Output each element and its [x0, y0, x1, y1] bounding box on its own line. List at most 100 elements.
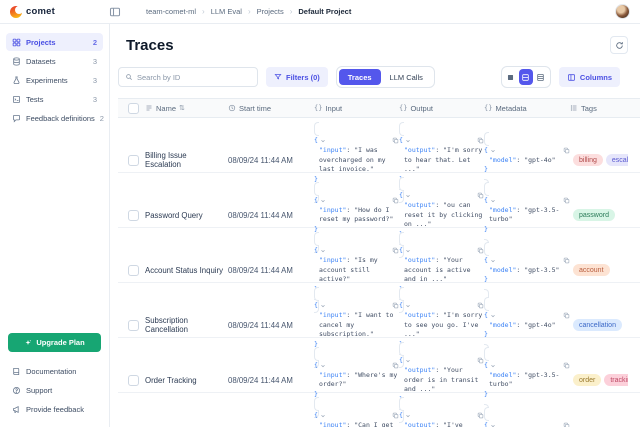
- chevron-down-icon[interactable]: [490, 148, 496, 154]
- sidebar-item-tests[interactable]: Tests3: [6, 90, 103, 108]
- sidebar-collapse-icon[interactable]: [108, 5, 122, 19]
- copy-icon[interactable]: [392, 302, 399, 309]
- column-header-tags[interactable]: Tags: [570, 104, 628, 113]
- column-header-start-time[interactable]: Start time: [228, 104, 314, 113]
- sidebar-item-count: 3: [93, 76, 97, 85]
- chat-bubble-icon: [12, 114, 21, 123]
- filters-button[interactable]: Filters (0): [266, 67, 328, 87]
- copy-icon[interactable]: [392, 412, 399, 419]
- json-cell[interactable]: {"input": "Can I get a refund for my las…: [314, 397, 399, 427]
- chevron-down-icon[interactable]: [405, 358, 411, 364]
- tag-badge-cancellation[interactable]: cancellation: [573, 319, 622, 331]
- column-header-name[interactable]: Name⇅: [145, 104, 228, 113]
- checklist-icon: [12, 95, 21, 104]
- sidebar-item-feedback-definitions[interactable]: Feedback definitions2: [6, 109, 103, 127]
- trace-name[interactable]: Order Tracking: [145, 376, 228, 385]
- copy-icon[interactable]: [477, 247, 484, 254]
- chevron-down-icon[interactable]: [320, 198, 326, 204]
- traces-llm-toggle: TracesLLM Calls: [336, 66, 435, 88]
- sidebar-item-support[interactable]: Support: [6, 381, 103, 399]
- breadcrumb-item[interactable]: Projects: [257, 7, 284, 16]
- chevron-down-icon[interactable]: [320, 363, 326, 369]
- copy-icon[interactable]: [477, 192, 484, 199]
- sidebar-item-projects[interactable]: Projects2: [6, 33, 103, 51]
- tag-badge-password[interactable]: password: [573, 209, 615, 221]
- select-all-checkbox[interactable]: [128, 103, 139, 114]
- sidebar-item-documentation[interactable]: Documentation: [6, 362, 103, 380]
- chevron-down-icon[interactable]: [405, 413, 411, 419]
- trace-name[interactable]: Subscription Cancellation: [145, 316, 228, 334]
- chevron-down-icon[interactable]: [405, 138, 411, 144]
- columns-button[interactable]: Columns: [559, 67, 620, 87]
- copy-icon[interactable]: [563, 257, 570, 264]
- table-row[interactable]: Billing Issue Escalation 08/09/24 11:44 …: [118, 118, 640, 173]
- chevron-down-icon[interactable]: [320, 138, 326, 144]
- breadcrumb-item[interactable]: Default Project: [298, 7, 351, 16]
- upgrade-plan-button[interactable]: Upgrade Plan: [8, 333, 101, 352]
- copy-icon[interactable]: [392, 197, 399, 204]
- copy-icon[interactable]: [563, 312, 570, 319]
- copy-icon[interactable]: [563, 362, 570, 369]
- sort-icon[interactable]: ⇅: [179, 104, 185, 112]
- chevron-down-icon[interactable]: [490, 258, 496, 264]
- tag-badge-billing[interactable]: billing: [573, 154, 603, 166]
- copy-icon[interactable]: [392, 137, 399, 144]
- sidebar-item-count: 2: [93, 38, 97, 47]
- chevron-down-icon[interactable]: [490, 423, 496, 427]
- chevron-down-icon[interactable]: [405, 303, 411, 309]
- density-default-button[interactable]: [519, 69, 533, 85]
- database-icon: [12, 57, 21, 66]
- segment-llm-calls[interactable]: LLM Calls: [381, 69, 432, 85]
- row-checkbox[interactable]: [128, 210, 139, 221]
- tag-badge-escalation[interactable]: escalation: [606, 154, 628, 166]
- chevron-down-icon[interactable]: [490, 363, 496, 369]
- column-header-output[interactable]: {}Output: [399, 104, 484, 113]
- copy-icon[interactable]: [477, 137, 484, 144]
- chevron-down-icon[interactable]: [320, 303, 326, 309]
- copy-icon[interactable]: [392, 247, 399, 254]
- column-header-input[interactable]: {}Input: [314, 104, 399, 113]
- comet-logo[interactable]: comet: [10, 6, 86, 18]
- trace-name[interactable]: Billing Issue Escalation: [145, 151, 228, 169]
- density-comfortable-button[interactable]: [534, 69, 548, 85]
- json-cell[interactable]: {"model": "gpt-3.5"}: [484, 407, 570, 427]
- tag-badge-order[interactable]: order: [573, 374, 601, 386]
- json-key: "model": [489, 206, 516, 214]
- top-bar: comet team-comet-ml›LLM Eval›Projects›De…: [0, 0, 640, 24]
- copy-icon[interactable]: [563, 197, 570, 204]
- trace-tags: billingescalation: [570, 154, 628, 166]
- sidebar-item-datasets[interactable]: Datasets3: [6, 52, 103, 70]
- copy-icon[interactable]: [477, 357, 484, 364]
- segment-traces[interactable]: Traces: [339, 69, 381, 85]
- row-checkbox[interactable]: [128, 320, 139, 331]
- chevron-down-icon[interactable]: [490, 198, 496, 204]
- chevron-down-icon[interactable]: [405, 248, 411, 254]
- copy-icon[interactable]: [477, 302, 484, 309]
- copy-icon[interactable]: [563, 147, 570, 154]
- trace-name[interactable]: Password Query: [145, 211, 228, 220]
- sidebar-footer: Upgrade Plan DocumentationSupportProvide…: [0, 333, 109, 419]
- chevron-down-icon[interactable]: [320, 248, 326, 254]
- row-checkbox[interactable]: [128, 375, 139, 386]
- sidebar-item-provide-feedback[interactable]: Provide feedback: [6, 400, 103, 418]
- trace-name[interactable]: Account Status Inquiry: [145, 266, 228, 275]
- density-compact-button[interactable]: [504, 69, 518, 85]
- chevron-down-icon[interactable]: [320, 413, 326, 419]
- copy-icon[interactable]: [392, 362, 399, 369]
- chevron-down-icon[interactable]: [490, 313, 496, 319]
- search-input[interactable]: [137, 73, 251, 82]
- column-header-metadata[interactable]: {}Metadata: [484, 104, 570, 113]
- copy-icon[interactable]: [477, 412, 484, 419]
- copy-icon[interactable]: [563, 422, 570, 427]
- chevron-down-icon[interactable]: [405, 193, 411, 199]
- avatar[interactable]: [615, 4, 630, 19]
- tag-badge-tracking[interactable]: tracking: [604, 374, 628, 386]
- row-checkbox[interactable]: [128, 265, 139, 276]
- tag-badge-account[interactable]: account: [573, 264, 610, 276]
- list-icon: [570, 104, 578, 112]
- breadcrumb-item[interactable]: LLM Eval: [211, 7, 242, 16]
- sidebar-item-experiments[interactable]: Experiments3: [6, 71, 103, 89]
- row-checkbox[interactable]: [128, 155, 139, 166]
- breadcrumb-item[interactable]: team-comet-ml: [146, 7, 196, 16]
- refresh-button[interactable]: [610, 36, 628, 54]
